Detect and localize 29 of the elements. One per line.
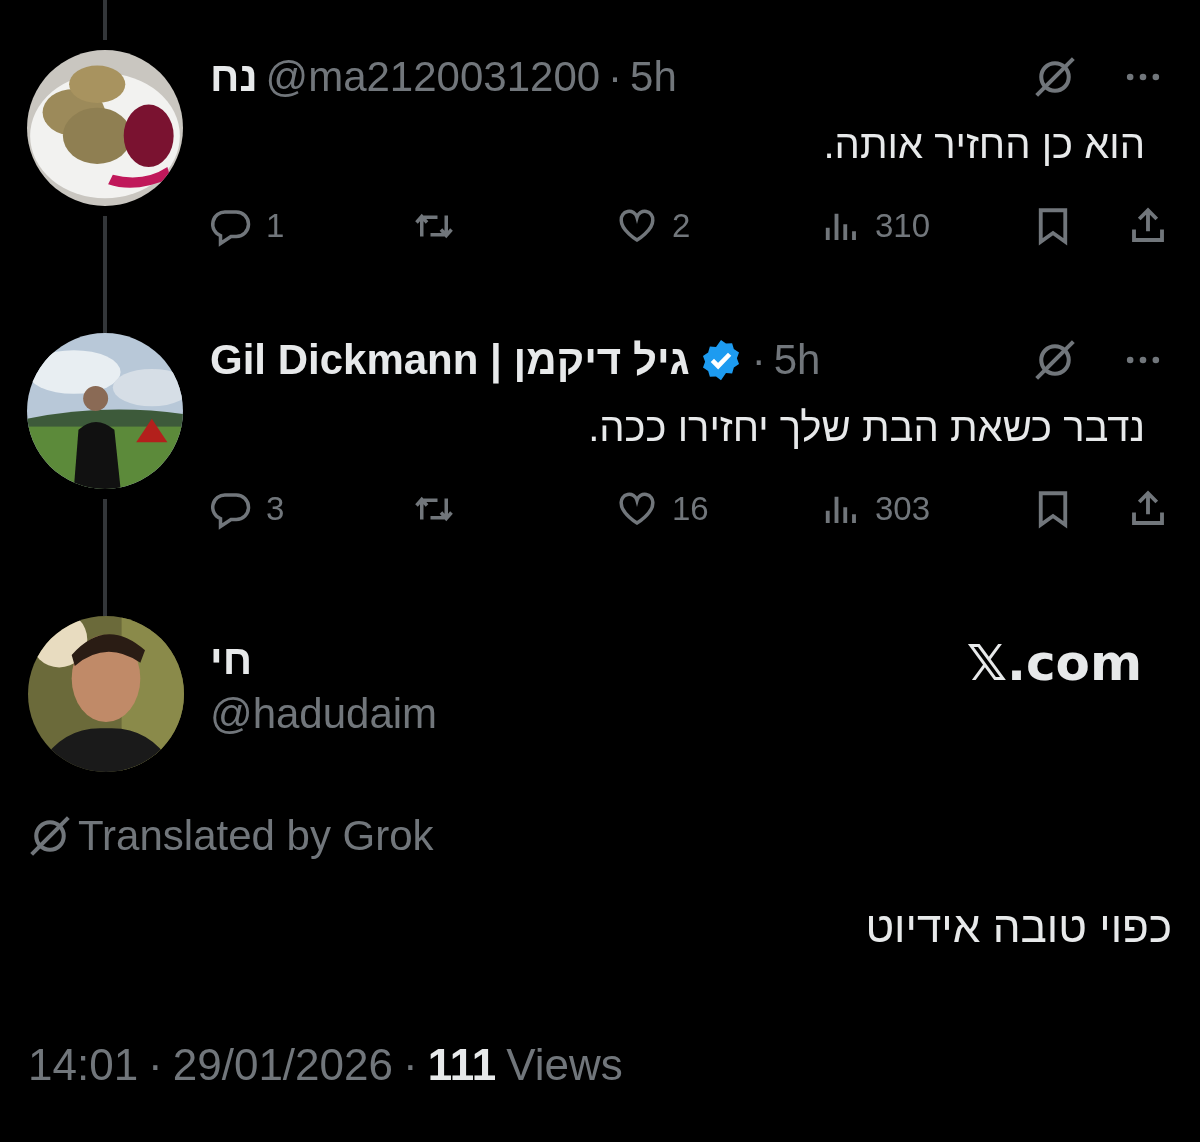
like-count: 16 — [672, 490, 709, 528]
timestamp[interactable]: 5h — [773, 336, 821, 384]
display-name[interactable]: חי — [210, 636, 438, 684]
grok-icon[interactable] — [1033, 55, 1077, 99]
separator-dot: · — [403, 1040, 418, 1090]
tweet-text: כפוי טובה אידיוט — [864, 902, 1172, 952]
view-count: 310 — [875, 207, 931, 245]
views-label: Views — [506, 1040, 623, 1090]
reply-count: 1 — [266, 207, 285, 245]
tweet-text: הוא כן החזיר אותה. — [822, 122, 1146, 167]
separator-dot: · — [751, 336, 766, 384]
display-name[interactable]: נח — [210, 53, 258, 101]
translation-label[interactable]: Translated by Grok — [78, 812, 434, 860]
source-label: 𝕏.com — [966, 633, 1143, 692]
display-name[interactable]: Gil Dickmann | גיל דיקמן — [210, 336, 690, 384]
grok-icon[interactable] — [1033, 338, 1077, 382]
view-count: 303 — [875, 490, 931, 528]
separator-dot: · — [148, 1040, 163, 1090]
grok-icon — [28, 814, 72, 858]
like-count: 2 — [672, 207, 691, 245]
reply-count: 3 — [266, 490, 285, 528]
username[interactable]: @hadudaim — [210, 690, 438, 738]
post-date: 29/01/2026 — [172, 1040, 393, 1090]
post-time: 14:01 — [28, 1040, 139, 1090]
username[interactable]: @ma2120031200 — [265, 53, 601, 101]
view-count: 111 — [427, 1040, 497, 1090]
timestamp[interactable]: 5h — [630, 53, 677, 101]
separator-dot: · — [608, 53, 623, 101]
tweet-text: נדבר כשאת הבת שלך יחזירו ככה. — [587, 405, 1146, 450]
